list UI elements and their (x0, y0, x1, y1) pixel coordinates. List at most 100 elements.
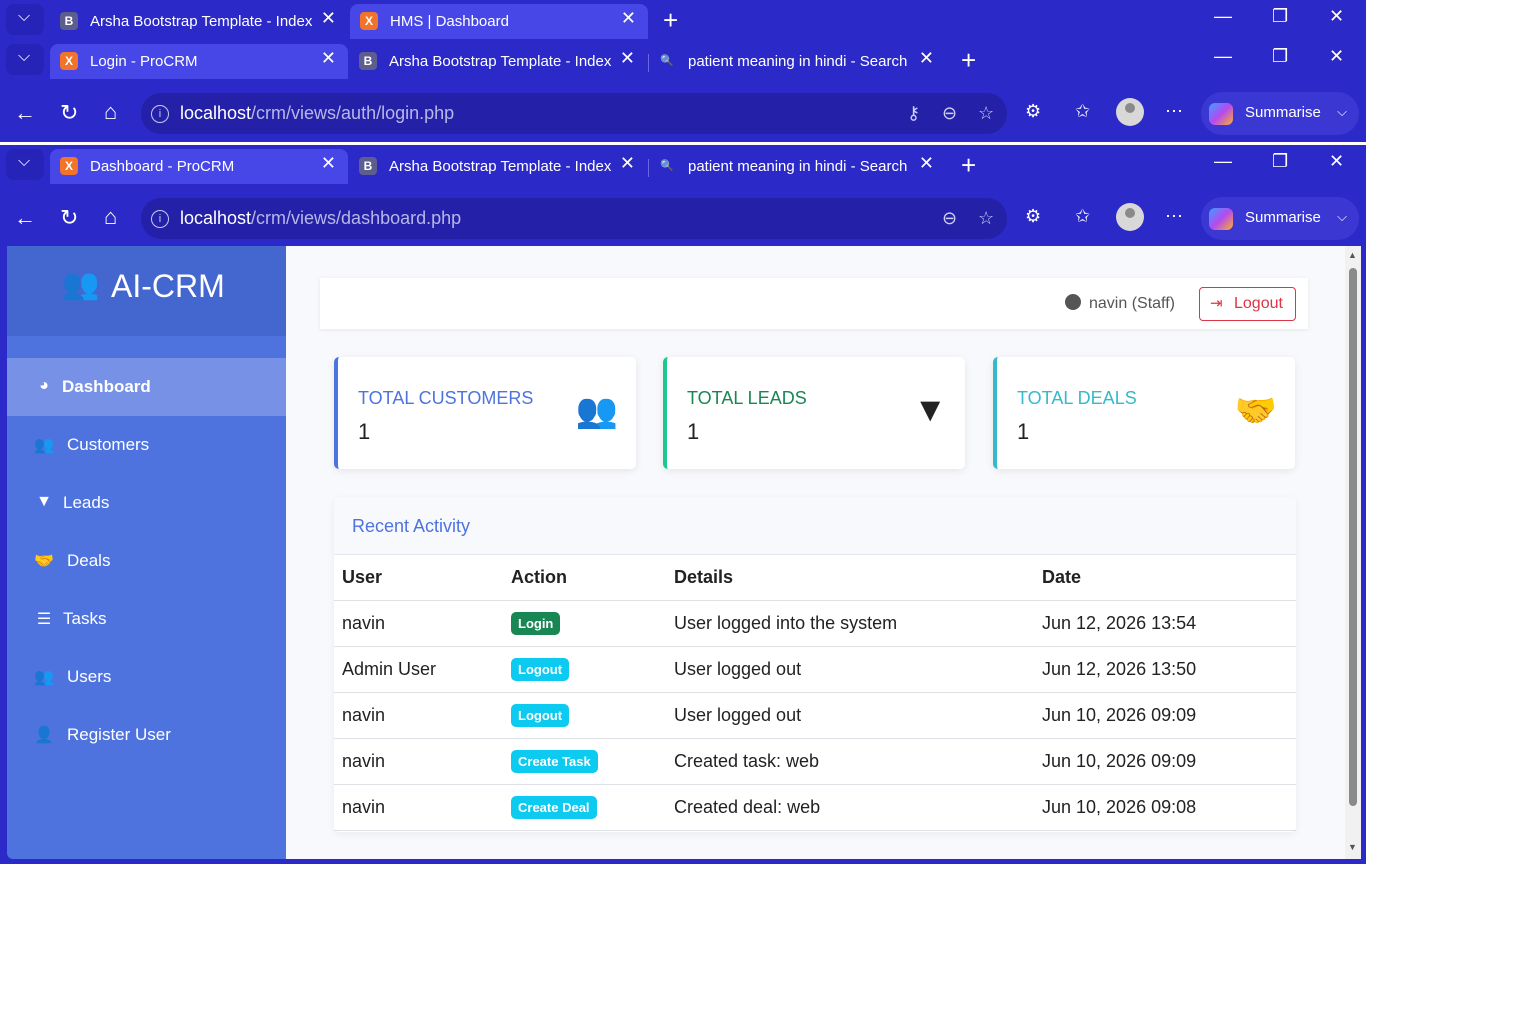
close-icon[interactable]: ✕ (919, 153, 934, 174)
brand-name: AI-CRM (111, 268, 225, 304)
profile-avatar[interactable] (1116, 98, 1144, 126)
users-icon: 👥 (575, 392, 618, 430)
restore-icon[interactable]: ❐ (1272, 151, 1288, 172)
scroll-down-icon[interactable]: ▼ (1348, 842, 1357, 852)
tab-list-button[interactable]: ⌵ (6, 4, 44, 35)
cell-details: User logged into the system (666, 600, 1034, 647)
brand[interactable]: 👥 AI-CRM (7, 246, 286, 336)
summarise-button[interactable]: Summarise ⌵ (1201, 92, 1359, 135)
zoom-icon[interactable]: ⊖ (942, 103, 957, 124)
refresh-icon[interactable]: ↻ (60, 205, 78, 231)
sidebar-item-register-user[interactable]: 👤 Register User (7, 706, 286, 764)
key-icon[interactable]: ⚷ (907, 103, 920, 124)
restore-icon[interactable]: ❐ (1272, 6, 1288, 27)
sidebar-item-customers[interactable]: 👥 Customers (7, 416, 286, 474)
chevron-down-icon: ⌵ (1337, 209, 1347, 224)
favorites-icon[interactable]: ✩ (1075, 206, 1090, 227)
tab-list-button[interactable]: ⌵ (6, 44, 44, 75)
extensions-icon[interactable]: ⚙ (1025, 101, 1041, 122)
card-label: TOTAL CUSTOMERS (358, 388, 534, 408)
favorite-star-icon[interactable]: ☆ (978, 208, 994, 229)
favorite-star-icon[interactable]: ☆ (978, 103, 994, 124)
sidebar-item-tasks[interactable]: ☰ Tasks (7, 590, 286, 648)
cell-user: navin (334, 738, 503, 785)
tab-title: Arsha Bootstrap Template - Index (389, 53, 612, 70)
users-cog-icon: 👥 (34, 669, 54, 686)
tab-login-procrm[interactable]: X Login - ProCRM ✕ (50, 44, 348, 79)
close-icon[interactable]: ✕ (321, 153, 336, 174)
page-scrollbar[interactable]: ▲ ▼ (1345, 246, 1361, 859)
cell-user: Admin User (334, 646, 503, 693)
cell-user: navin (334, 784, 503, 831)
url-text[interactable]: localhost/crm/views/auth/login.php (180, 103, 454, 124)
table-row: navin Login User logged into the system … (334, 600, 1296, 647)
users-icon: 👥 (34, 437, 54, 454)
more-icon[interactable]: ⋯ (1165, 101, 1183, 122)
window-close-icon[interactable]: ✕ (1329, 151, 1344, 172)
close-icon[interactable]: ✕ (321, 48, 336, 69)
sidebar-item-leads[interactable]: ▼ Leads (7, 474, 286, 532)
tab-list-button[interactable]: ⌵ (6, 149, 44, 180)
url-text[interactable]: localhost/crm/views/dashboard.php (180, 208, 461, 229)
tab-hms-dashboard[interactable]: X HMS | Dashboard ✕ (350, 4, 648, 39)
sidebar-item-label: Customers (67, 435, 150, 454)
extensions-icon[interactable]: ⚙ (1025, 206, 1041, 227)
close-icon[interactable]: ✕ (919, 48, 934, 69)
sidebar-item-label: Dashboard (62, 377, 151, 396)
address-bar[interactable]: i localhost/crm/views/auth/login.php ⚷ ⊖… (141, 93, 1007, 134)
minimize-icon[interactable]: — (1214, 46, 1232, 67)
table-row: navin Logout User logged out Jun 10, 202… (334, 692, 1296, 739)
browser-window-3: ⌵ X Dashboard - ProCRM ✕ B Arsha Bootstr… (0, 145, 1366, 245)
total-deals-card: TOTAL DEALS 1 🤝 (993, 357, 1295, 469)
cell-action: Create Task (503, 738, 666, 785)
cell-user: navin (334, 600, 503, 647)
tab-dashboard-procrm[interactable]: X Dashboard - ProCRM ✕ (50, 149, 348, 184)
current-user: navin (Staff) (1065, 294, 1175, 313)
close-icon[interactable]: ✕ (620, 48, 635, 69)
info-icon[interactable]: i (151, 210, 169, 228)
restore-icon[interactable]: ❐ (1272, 46, 1288, 67)
home-icon[interactable]: ⌂ (104, 204, 117, 230)
search-favicon-icon: 🔍 (660, 55, 674, 67)
minimize-icon[interactable]: — (1214, 6, 1232, 27)
sidebar-item-users[interactable]: 👥 Users (7, 648, 286, 706)
scrollbar-thumb[interactable] (1349, 268, 1357, 806)
favorites-icon[interactable]: ✩ (1075, 101, 1090, 122)
refresh-icon[interactable]: ↻ (60, 100, 78, 126)
cell-date: Jun 10, 2026 09:09 (1034, 692, 1296, 739)
tab-title: Arsha Bootstrap Template - Index (90, 13, 313, 30)
new-tab-icon[interactable]: + (961, 152, 976, 178)
address-bar[interactable]: i localhost/crm/views/dashboard.php ⊖ ☆ (141, 198, 1007, 239)
close-icon[interactable]: ✕ (620, 153, 635, 174)
sign-out-icon: ⇥ (1210, 295, 1223, 312)
bootstrap-favicon-icon: B (60, 12, 78, 30)
zoom-icon[interactable]: ⊖ (942, 208, 957, 229)
close-icon[interactable]: ✕ (321, 8, 336, 29)
home-icon[interactable]: ⌂ (104, 99, 117, 125)
tab-search[interactable]: 🔍 patient meaning in hindi - Search ✕ (648, 149, 946, 184)
sidebar-item-dashboard[interactable]: ◕ Dashboard (7, 358, 286, 416)
sidebar: 👥 AI-CRM ◕ Dashboard 👥 Customers ▼ Leads… (7, 246, 286, 859)
window-close-icon[interactable]: ✕ (1329, 46, 1344, 67)
window-close-icon[interactable]: ✕ (1329, 6, 1344, 27)
profile-avatar[interactable] (1116, 203, 1144, 231)
new-tab-icon[interactable]: + (663, 7, 678, 33)
tab-arsha[interactable]: B Arsha Bootstrap Template - Index ✕ (50, 4, 348, 39)
back-icon[interactable]: ← (14, 205, 36, 231)
tab-search[interactable]: 🔍 patient meaning in hindi - Search ✕ (648, 44, 946, 79)
info-icon[interactable]: i (151, 105, 169, 123)
summarise-button[interactable]: Summarise ⌵ (1201, 197, 1359, 240)
minimize-icon[interactable]: — (1214, 151, 1232, 172)
tab-strip: ⌵ X Login - ProCRM ✕ B Arsha Bootstrap T… (0, 40, 1366, 79)
tab-arsha[interactable]: B Arsha Bootstrap Template - Index ✕ (349, 149, 647, 184)
close-icon[interactable]: ✕ (621, 8, 636, 29)
chevron-down-icon: ⌵ (1337, 104, 1347, 119)
sidebar-item-deals[interactable]: 🤝 Deals (7, 532, 286, 590)
new-tab-icon[interactable]: + (961, 47, 976, 73)
back-icon[interactable]: ← (14, 100, 36, 126)
scroll-up-icon[interactable]: ▲ (1348, 250, 1357, 260)
logout-button[interactable]: ⇥ Logout (1199, 287, 1296, 321)
more-icon[interactable]: ⋯ (1165, 206, 1183, 227)
cell-action: Logout (503, 646, 666, 693)
tab-arsha[interactable]: B Arsha Bootstrap Template - Index ✕ (349, 44, 647, 79)
